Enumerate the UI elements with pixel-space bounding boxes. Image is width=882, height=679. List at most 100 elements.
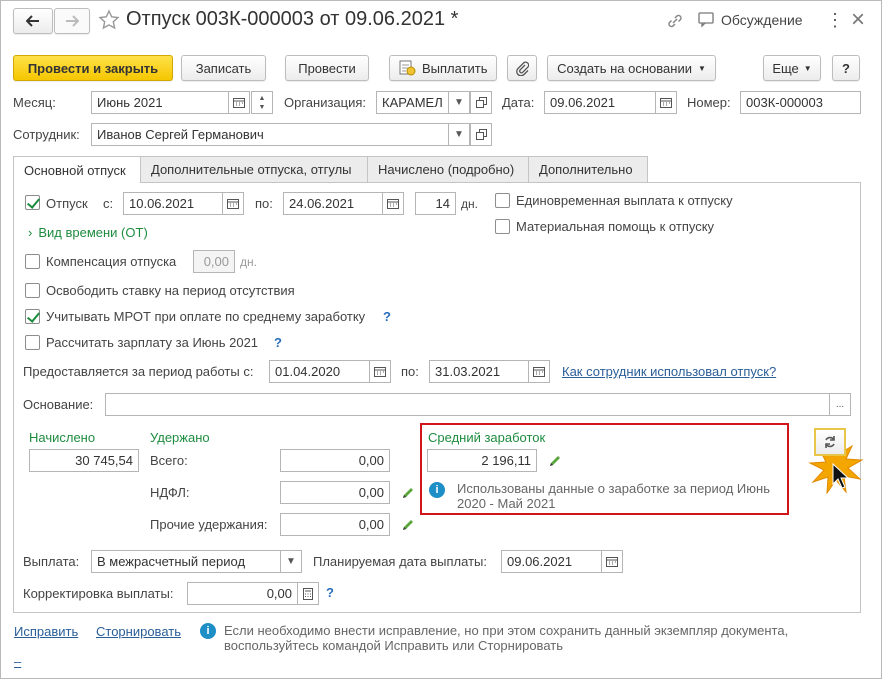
total-field[interactable]: 0,00 [280,449,390,472]
period-to-field[interactable]: 31.03.2021 [429,360,529,383]
calendar-icon[interactable] [369,360,391,383]
ndfl-field[interactable]: 0,00 [280,481,390,504]
mrot-checkbox[interactable] [25,309,40,324]
basis-field[interactable] [105,393,830,416]
help-question-icon[interactable]: ? [383,309,391,324]
vacation-from-field[interactable]: 10.06.2021 [123,192,223,215]
pencil-icon[interactable] [548,454,562,468]
pay-button[interactable]: Выплатить [389,55,497,81]
to-label: по: [255,196,273,211]
compensation-checkbox[interactable] [25,254,40,269]
compensation-days-field[interactable]: 0,00 [193,250,235,273]
pencil-icon[interactable] [401,486,415,500]
favorite-star-icon[interactable] [98,9,120,34]
compensation-unit: дн. [240,255,257,269]
organization-field[interactable]: КАРАМЕЛ [376,91,449,114]
create-based-on-button[interactable]: Создать на основании ▼ [547,55,716,81]
planned-date-field[interactable]: 09.06.2021 [501,550,602,573]
days-field[interactable]: 14 [415,192,456,215]
dropdown-arrow-icon[interactable]: ▼ [448,91,470,114]
calc-salary-label: Рассчитать зарплату за Июнь 2021 [46,335,259,350]
open-icon[interactable] [470,123,492,146]
calc-salary-checkbox[interactable] [25,335,40,350]
calendar-icon[interactable] [601,550,623,573]
refresh-button[interactable] [814,428,846,456]
chevron-down-icon: ▼ [803,63,812,73]
average-earnings-field[interactable]: 2 196,11 [427,449,537,472]
number-field[interactable]: 003К-000003 [740,91,861,114]
chevron-down-icon: ▼ [697,63,706,73]
number-label: Номер: [687,95,731,110]
calendar-icon[interactable] [228,91,250,114]
save-button[interactable]: Записать [181,55,266,81]
payout-field[interactable]: В межрасчетный период [91,550,281,573]
average-earnings-info: Использованы данные о заработке за перио… [457,481,770,511]
close-icon[interactable]: × [851,6,865,34]
date-field[interactable]: 09.06.2021 [544,91,656,114]
release-rate-checkbox[interactable] [25,283,40,298]
footer-info-line-1: Если необходимо внести исправление, но п… [224,623,789,638]
tab-additional-vacations[interactable]: Дополнительные отпуска, отгулы [140,156,368,182]
footer-extra-link[interactable]: – [14,654,21,669]
tab-additional[interactable]: Дополнительно [528,156,648,182]
accrued-field[interactable]: 30 745,54 [29,449,139,472]
paperclip-icon [516,61,529,76]
post-and-close-button[interactable]: Провести и закрыть [13,55,173,81]
forward-button[interactable] [54,8,90,34]
more-button[interactable]: Еще ▼ [763,55,821,81]
info-icon: i [200,623,216,639]
calendar-icon[interactable] [382,192,404,215]
calendar-icon[interactable] [655,91,677,114]
help-question-icon[interactable]: ? [326,585,334,600]
lump-sum-checkbox[interactable] [495,193,510,208]
vacation-checkbox[interactable] [25,195,40,210]
pencil-icon[interactable] [401,518,415,532]
calendar-icon[interactable] [528,360,550,383]
calendar-icon[interactable] [222,192,244,215]
info-icon: i [429,482,445,498]
withheld-label: Удержано [150,430,210,445]
post-button[interactable]: Провести [285,55,369,81]
accrued-label: Начислено [29,430,96,445]
period-from-field[interactable]: 01.04.2020 [269,360,370,383]
discussion-button[interactable]: Обсуждение [721,12,803,28]
link-icon[interactable] [666,12,684,33]
other-withholding-field[interactable]: 0,00 [280,513,390,536]
average-earnings-label: Средний заработок [428,430,546,445]
material-aid-checkbox[interactable] [495,219,510,234]
fix-link[interactable]: Исправить [14,624,78,639]
attach-button[interactable] [507,55,537,81]
more-menu-icon[interactable]: ⋮ [826,10,844,31]
employee-field[interactable]: Иванов Сергей Германович [91,123,450,146]
tab-main-vacation[interactable]: Основной отпуск [13,156,141,183]
back-button[interactable] [13,8,53,34]
calculator-icon[interactable] [297,582,319,605]
month-field[interactable]: Июнь 2021 [91,91,229,114]
material-aid-label: Материальная помощь к отпуску [516,219,715,234]
month-stepper[interactable]: ▲ ▼ [251,91,273,114]
payout-label: Выплата: [23,554,80,569]
other-withholding-label: Прочие удержания: [150,517,268,532]
ndfl-label: НДФЛ: [150,485,190,500]
mouse-pointer-icon [832,463,850,489]
help-button[interactable]: ? [832,55,860,81]
vacation-label: Отпуск [46,196,88,211]
pay-button-label: Выплатить [422,60,488,76]
window-title: Отпуск 003К-000003 от 09.06.2021 * [126,8,459,30]
tab-accrued-detailed[interactable]: Начислено (подробно) [367,156,529,182]
vacation-usage-link[interactable]: Как сотрудник использовал отпуск? [562,364,776,379]
dropdown-arrow-icon[interactable]: ▼ [280,550,302,573]
correction-field[interactable]: 0,00 [187,582,298,605]
help-question-icon[interactable]: ? [274,335,282,350]
arrow-right-icon [66,15,79,27]
time-type-toggle[interactable]: › Вид времени (ОТ) [28,225,148,240]
reverse-link[interactable]: Сторнировать [96,624,181,639]
discussion-icon[interactable] [698,12,716,31]
total-label: Всего: [150,453,188,468]
footer-info-line-2: воспользуйтесь командой Исправить или Ст… [224,638,563,653]
vacation-to-field[interactable]: 24.06.2021 [283,192,383,215]
dropdown-arrow-icon[interactable]: ▼ [448,123,470,146]
open-icon[interactable] [470,91,492,114]
date-label: Дата: [502,95,535,110]
basis-select-button[interactable]: ... [829,393,851,416]
